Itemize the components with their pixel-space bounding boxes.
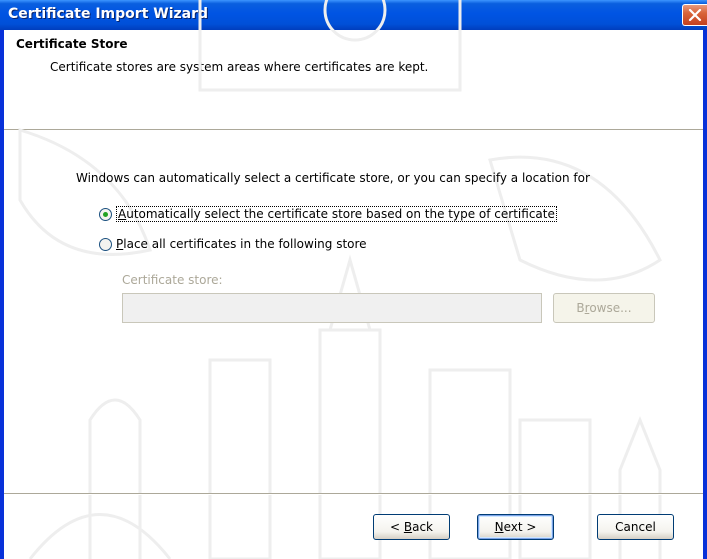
next-button[interactable]: Next >	[477, 514, 554, 540]
footer-divider	[4, 493, 703, 495]
window-title: Certificate Import Wizard	[8, 6, 209, 22]
page-title: Certificate Store	[16, 37, 128, 51]
intro-text: Windows can automatically select a certi…	[76, 171, 590, 185]
radio-button-checked[interactable]	[99, 207, 112, 221]
certificate-store-field[interactable]	[122, 293, 542, 323]
browse-button[interactable]: Browse...	[553, 293, 655, 323]
radio-manual-label: Place all certificates in the following …	[116, 237, 367, 251]
radio-button-unchecked[interactable]	[99, 237, 112, 251]
page-subtitle: Certificate stores are system areas wher…	[50, 60, 429, 74]
close-icon	[688, 9, 702, 22]
title-bar: Certificate Import Wizard	[0, 0, 707, 30]
close-button[interactable]	[682, 4, 707, 26]
back-button[interactable]: < Back	[373, 514, 450, 540]
radio-auto-select[interactable]: Automatically select the certificate sto…	[99, 206, 557, 222]
certificate-store-label: Certificate store:	[122, 273, 223, 287]
radio-manual-store[interactable]: Place all certificates in the following …	[99, 237, 367, 251]
radio-auto-label: Automatically select the certificate sto…	[116, 206, 557, 222]
cancel-button[interactable]: Cancel	[597, 514, 674, 540]
window-frame-right	[703, 30, 707, 559]
